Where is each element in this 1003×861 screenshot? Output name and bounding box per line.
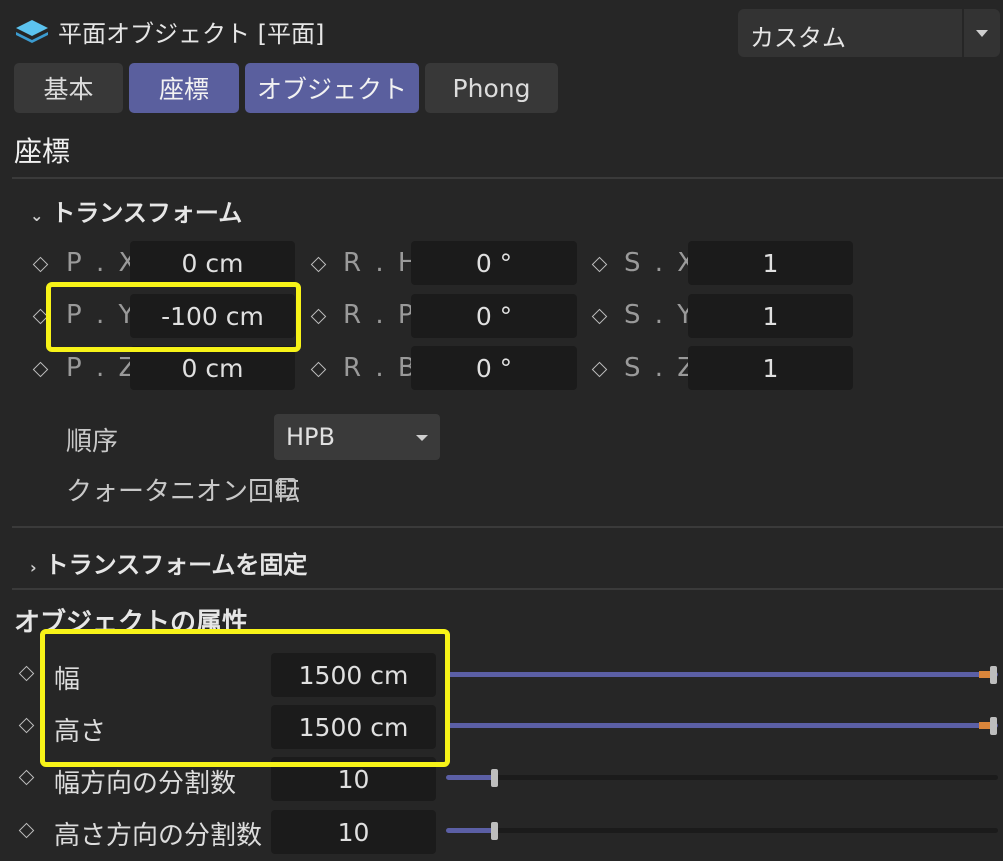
field-rh[interactable]: 0 °	[411, 241, 577, 285]
divider	[12, 526, 1003, 528]
section-title-coordinates: 座標	[14, 135, 71, 168]
highlight-box-size	[40, 629, 450, 767]
height-segments-slider-fill	[446, 828, 494, 833]
width-slider[interactable]	[446, 672, 998, 677]
order-dropdown[interactable]: HPB	[274, 414, 440, 460]
chevron-down-icon	[976, 30, 988, 37]
height-slider[interactable]	[446, 723, 998, 728]
preset-dropdown[interactable]: カスタム	[738, 9, 1000, 57]
keyframe-diamond-icon[interactable]	[32, 361, 49, 378]
keyframe-diamond-icon[interactable]	[18, 769, 35, 786]
chevron-down-icon: ⌄	[30, 206, 44, 225]
label-sz: S . Z	[624, 353, 699, 383]
freeze-transform-label: トランスフォームを固定	[44, 551, 308, 579]
keyframe-diamond-icon[interactable]	[310, 256, 327, 273]
transform-group-header[interactable]: ⌄ トランスフォーム	[30, 193, 242, 228]
width-segments-slider-handle[interactable]	[491, 769, 498, 787]
plane-object-icon	[16, 20, 48, 43]
width-segments-slider-fill	[446, 775, 494, 780]
quaternion-checkbox[interactable]	[277, 478, 296, 497]
keyframe-diamond-icon[interactable]	[18, 822, 35, 839]
tab-phong[interactable]: Phong	[425, 63, 558, 113]
tab-object[interactable]: オブジェクト	[245, 63, 419, 113]
chevron-down-icon	[416, 435, 428, 441]
freeze-transform-group-header[interactable]: › トランスフォームを固定	[30, 545, 307, 580]
order-value: HPB	[286, 423, 335, 451]
quaternion-label: クォータニオン回転	[66, 477, 301, 507]
height-segments-slider[interactable]	[446, 828, 998, 833]
height-slider-handle[interactable]	[990, 717, 997, 735]
keyframe-diamond-icon[interactable]	[18, 717, 35, 734]
keyframe-diamond-icon[interactable]	[310, 361, 327, 378]
divider	[12, 177, 1003, 179]
transform-group-label: トランスフォーム	[51, 199, 243, 227]
label-sx: S . X	[624, 248, 699, 278]
label-px: P . X	[66, 248, 140, 278]
field-sx[interactable]: 1	[688, 241, 853, 285]
field-sz[interactable]: 1	[688, 346, 853, 390]
object-title: 平面オブジェクト [平面]	[58, 20, 325, 48]
keyframe-diamond-icon[interactable]	[32, 256, 49, 273]
height-segments-slider-handle[interactable]	[491, 822, 498, 840]
width-segments-label: 幅方向の分割数	[54, 769, 237, 799]
height-segments-label: 高さ方向の分割数	[54, 821, 263, 851]
keyframe-diamond-icon[interactable]	[591, 308, 608, 325]
width-segments-slider[interactable]	[446, 775, 998, 780]
preset-label: カスタム	[750, 24, 846, 52]
highlight-box-py	[46, 282, 301, 352]
label-rb: R . B	[343, 353, 419, 383]
order-label: 順序	[66, 427, 119, 457]
field-pz[interactable]: 0 cm	[130, 346, 295, 390]
keyframe-diamond-icon[interactable]	[591, 361, 608, 378]
field-rb[interactable]: 0 °	[411, 346, 577, 390]
tab-basic[interactable]: 基本	[14, 63, 123, 113]
keyframe-diamond-icon[interactable]	[591, 256, 608, 273]
label-pz: P . Z	[66, 353, 140, 383]
divider	[12, 588, 1003, 590]
preset-divider	[962, 9, 964, 57]
field-rp[interactable]: 0 °	[411, 294, 577, 338]
chevron-right-icon: ›	[30, 558, 37, 577]
field-sy[interactable]: 1	[688, 294, 853, 338]
keyframe-diamond-icon[interactable]	[310, 308, 327, 325]
label-rh: R . H	[343, 248, 421, 278]
height-segments-field[interactable]: 10	[271, 810, 436, 854]
label-sy: S . Y	[624, 300, 697, 330]
field-px[interactable]: 0 cm	[130, 241, 295, 285]
keyframe-diamond-icon[interactable]	[18, 665, 35, 682]
width-slider-handle[interactable]	[990, 666, 997, 684]
label-rp: R . P	[343, 300, 417, 330]
tab-coordinates[interactable]: 座標	[129, 63, 239, 113]
